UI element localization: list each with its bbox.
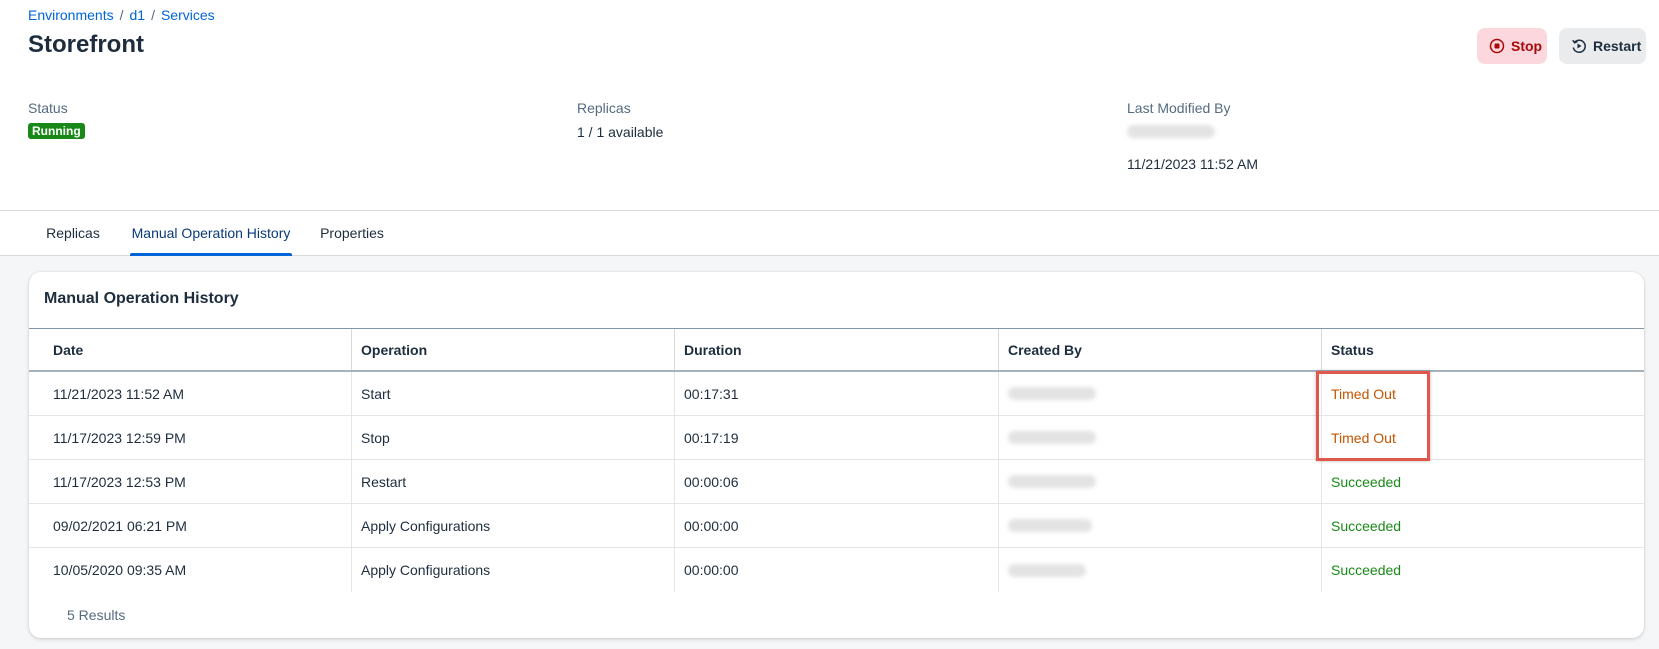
breadcrumb-environments[interactable]: Environments bbox=[28, 7, 114, 23]
cell-status: Timed Out bbox=[1331, 385, 1396, 402]
last-modified-label: Last Modified By bbox=[1127, 100, 1231, 116]
cell-duration: 00:17:31 bbox=[675, 372, 999, 415]
column-header-operation[interactable]: Operation bbox=[352, 329, 675, 370]
cell-operation: Start bbox=[352, 372, 675, 415]
cell-operation: Restart bbox=[352, 460, 675, 503]
status-badge: Running bbox=[28, 123, 85, 139]
page-title: Storefront bbox=[28, 31, 144, 58]
replicas-attribute: Replicas 1 / 1 available bbox=[577, 100, 663, 140]
stop-button[interactable]: Stop bbox=[1477, 28, 1547, 64]
cell-duration: 00:00:00 bbox=[675, 504, 999, 547]
cell-status: Succeeded bbox=[1331, 517, 1402, 534]
cell-created-by bbox=[999, 460, 1322, 503]
cell-status: Timed Out bbox=[1331, 429, 1396, 446]
redacted-user bbox=[1008, 387, 1096, 400]
redacted-user bbox=[1008, 563, 1086, 577]
cell-date: 11/17/2023 12:53 PM bbox=[29, 460, 352, 503]
cell-duration: 00:17:19 bbox=[675, 416, 999, 459]
last-modified-attribute: Last Modified By 11/21/2023 11:52 AM bbox=[1127, 100, 1258, 172]
cell-date: 09/02/2021 06:21 PM bbox=[29, 504, 352, 547]
cell-duration: 00:00:06 bbox=[675, 460, 999, 503]
replicas-value: 1 / 1 available bbox=[577, 124, 664, 140]
tab-bar: Replicas Manual Operation History Proper… bbox=[0, 211, 1659, 256]
breadcrumb-d1[interactable]: d1 bbox=[129, 7, 145, 23]
tab-replicas[interactable]: Replicas bbox=[30, 211, 116, 256]
cell-created-by bbox=[999, 416, 1322, 459]
tab-manual-operation-history[interactable]: Manual Operation History bbox=[130, 211, 292, 256]
table-row[interactable]: 11/17/2023 12:59 PM Stop 00:17:19 Timed … bbox=[29, 416, 1644, 460]
column-header-status[interactable]: Status bbox=[1322, 329, 1644, 370]
tab-properties[interactable]: Properties bbox=[306, 211, 398, 256]
column-header-duration[interactable]: Duration bbox=[675, 329, 999, 370]
redacted-user bbox=[1127, 125, 1215, 138]
breadcrumb: Environments / d1 / Services bbox=[28, 7, 215, 23]
cell-operation: Apply Configurations bbox=[352, 504, 675, 547]
column-header-date[interactable]: Date bbox=[29, 329, 352, 370]
last-modified-user bbox=[1127, 125, 1258, 143]
results-count: 5 Results bbox=[67, 607, 126, 623]
cell-operation: Stop bbox=[352, 416, 675, 459]
column-header-created-by[interactable]: Created By bbox=[999, 329, 1322, 370]
card-title: Manual Operation History bbox=[44, 290, 239, 307]
replicas-label: Replicas bbox=[577, 100, 631, 116]
cell-created-by bbox=[999, 504, 1322, 547]
breadcrumb-services[interactable]: Services bbox=[161, 7, 215, 23]
cell-date: 11/17/2023 12:59 PM bbox=[29, 416, 352, 459]
table-row[interactable]: 11/21/2023 11:52 AM Start 00:17:31 Timed… bbox=[29, 372, 1644, 416]
redacted-user bbox=[1008, 519, 1092, 532]
table-header: Date Operation Duration Created By Statu… bbox=[29, 329, 1644, 372]
stop-circle-icon bbox=[1489, 38, 1505, 54]
page-header: Environments / d1 / Services Storefront … bbox=[0, 0, 1659, 211]
breadcrumb-separator: / bbox=[119, 7, 124, 23]
cell-created-by bbox=[999, 548, 1322, 592]
last-modified-timestamp: 11/21/2023 11:52 AM bbox=[1127, 156, 1259, 172]
redacted-user bbox=[1008, 475, 1096, 488]
restart-button[interactable]: Restart bbox=[1559, 28, 1646, 64]
cell-created-by bbox=[999, 372, 1322, 415]
stop-button-label: Stop bbox=[1511, 38, 1543, 54]
cell-duration: 00:00:00 bbox=[675, 548, 999, 592]
restart-button-label: Restart bbox=[1593, 38, 1642, 54]
cell-date: 10/05/2020 09:35 AM bbox=[29, 548, 352, 592]
breadcrumb-separator: / bbox=[151, 7, 155, 23]
table-row[interactable]: 09/02/2021 06:21 PM Apply Configurations… bbox=[29, 504, 1644, 548]
table-row[interactable]: 11/17/2023 12:53 PM Restart 00:00:06 Suc… bbox=[29, 460, 1644, 504]
status-attribute: Status Running bbox=[28, 100, 85, 140]
cell-status: Succeeded bbox=[1331, 473, 1402, 490]
cell-operation: Apply Configurations bbox=[352, 548, 675, 592]
status-label: Status bbox=[28, 100, 68, 116]
operation-history-card: Manual Operation History Date Operation … bbox=[29, 272, 1644, 638]
table-row[interactable]: 10/05/2020 09:35 AM Apply Configurations… bbox=[29, 548, 1644, 592]
cell-status: Succeeded bbox=[1331, 562, 1402, 578]
operation-history-table: Date Operation Duration Created By Statu… bbox=[29, 328, 1644, 592]
cell-date: 11/21/2023 11:52 AM bbox=[29, 372, 352, 415]
redacted-user bbox=[1008, 431, 1096, 444]
restart-icon bbox=[1572, 39, 1586, 54]
header-actions: Stop Restart bbox=[1477, 28, 1646, 64]
